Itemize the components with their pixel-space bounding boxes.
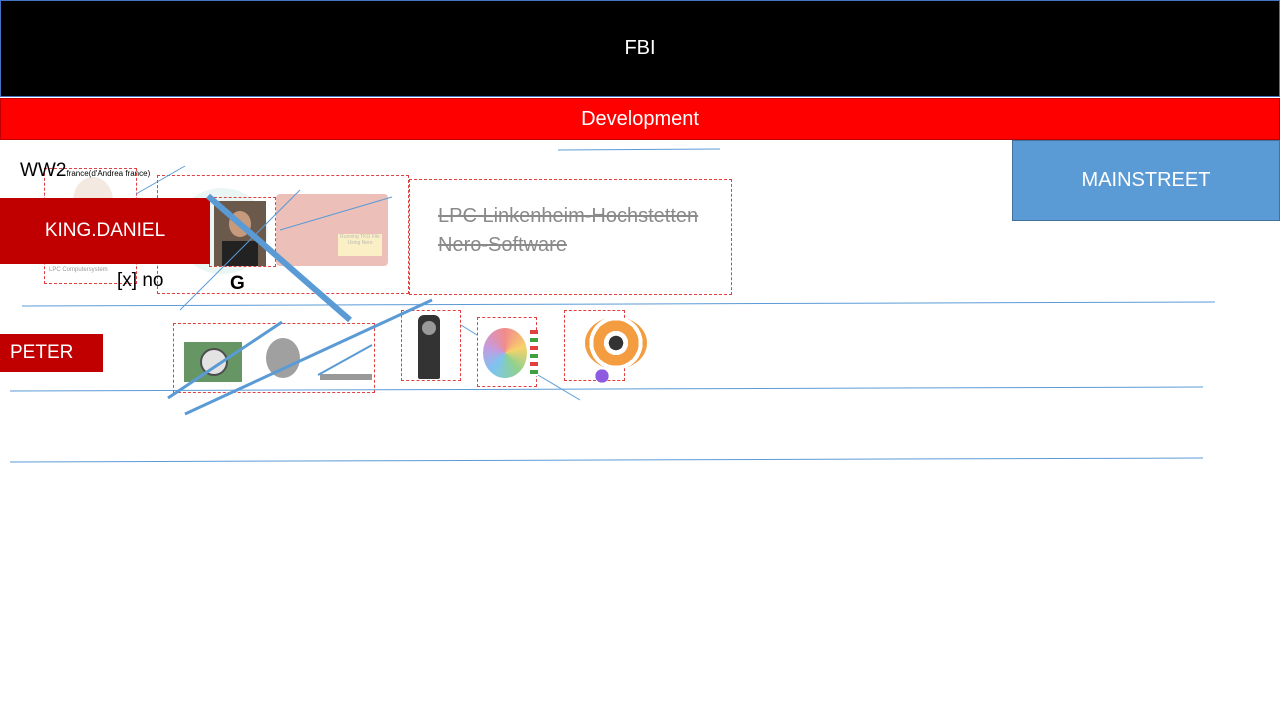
thick-diagonal-line xyxy=(206,193,352,323)
thin-line-2 xyxy=(179,189,301,311)
thin-line-4 xyxy=(460,324,478,336)
connector-lines xyxy=(135,165,581,416)
thin-line-3 xyxy=(279,196,393,231)
thin-line-5 xyxy=(537,374,581,401)
diagonal-line-1 xyxy=(167,320,283,400)
diagonal-line-2 xyxy=(184,298,433,416)
thin-line-1 xyxy=(135,165,186,195)
